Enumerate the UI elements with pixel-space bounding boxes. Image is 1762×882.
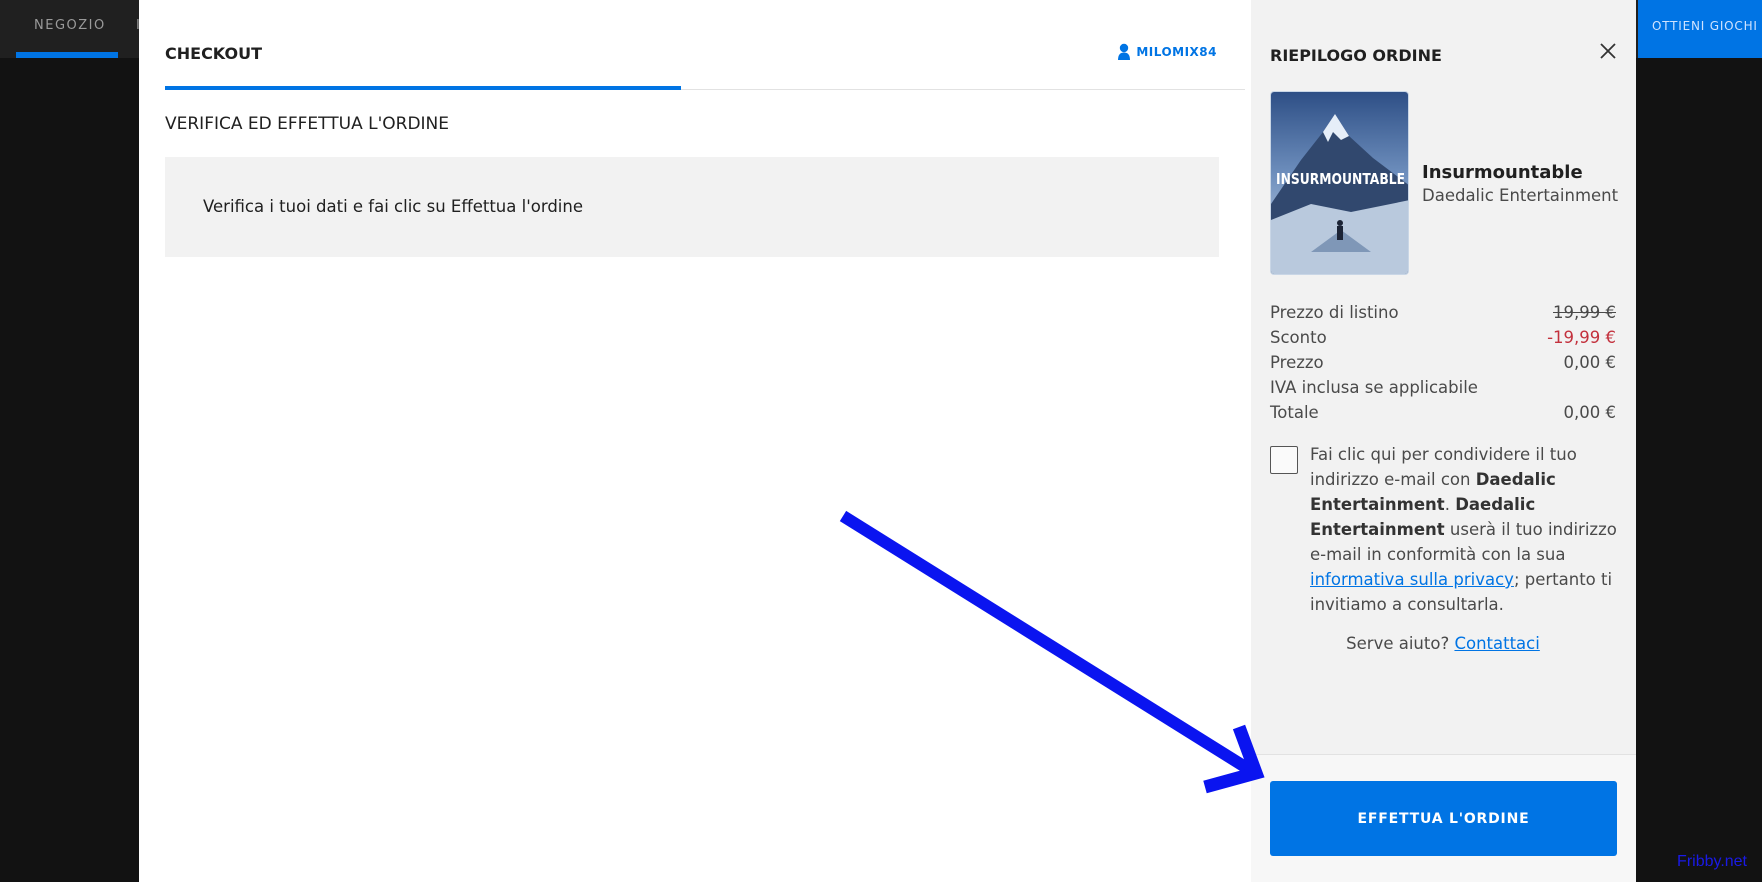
user-account[interactable]: MILOMIX84 xyxy=(1117,43,1217,61)
watermark: Fribby.net xyxy=(1677,853,1747,870)
game-publisher: Daedalic Entertainment xyxy=(1422,186,1619,205)
vat-label: IVA inclusa se applicabile xyxy=(1270,378,1478,397)
nav-get-games-button[interactable]: OTTIENI GIOCHI E xyxy=(1638,0,1762,58)
game-cover-image: INSURMOUNTABLE xyxy=(1270,91,1409,275)
price-label: Prezzo xyxy=(1270,353,1324,372)
cover-title-text: INSURMOUNTABLE xyxy=(1276,170,1405,188)
contact-link[interactable]: Contattaci xyxy=(1454,634,1539,653)
price-row-total: Totale 0,00 € xyxy=(1270,403,1616,425)
summary-title: RIEPILOGO ORDINE xyxy=(1270,46,1442,65)
total-label: Totale xyxy=(1270,403,1319,422)
share-email-checkbox[interactable] xyxy=(1270,446,1298,474)
price-value: 0,00 € xyxy=(1563,353,1616,372)
user-icon xyxy=(1118,43,1131,60)
checkout-header: CHECKOUT MILOMIX84 xyxy=(165,0,1245,90)
help-line: Serve aiuto? Contattaci xyxy=(1270,634,1616,653)
info-box: Verifica i tuoi dati e fai clic su Effet… xyxy=(165,157,1219,257)
price-row-price: Prezzo 0,00 € xyxy=(1270,353,1616,375)
order-summary-panel: RIEPILOGO ORDINE INSURMOUNTABLE Insurmou… xyxy=(1251,0,1636,882)
nav-active-indicator xyxy=(16,52,118,58)
price-row-discount: Sconto -19,99 € xyxy=(1270,328,1616,350)
price-row-vat: IVA inclusa se applicabile xyxy=(1270,378,1616,400)
list-price-label: Prezzo di listino xyxy=(1270,303,1399,322)
checkout-panel: CHECKOUT MILOMIX84 VERIFICA ED EFFETTUA … xyxy=(139,0,1251,882)
section-title: VERIFICA ED EFFETTUA L'ORDINE xyxy=(165,114,450,134)
price-row-list: Prezzo di listino 19,99 € xyxy=(1270,303,1616,325)
game-title: Insurmountable xyxy=(1422,162,1583,183)
tab-active-indicator xyxy=(165,86,681,90)
close-icon[interactable] xyxy=(1599,42,1617,60)
checkout-modal: CHECKOUT MILOMIX84 VERIFICA ED EFFETTUA … xyxy=(139,0,1636,882)
tab-checkout[interactable]: CHECKOUT xyxy=(165,44,262,63)
nav-item-negozio[interactable]: NEGOZIO xyxy=(34,0,106,58)
consent-text-part: . xyxy=(1444,495,1456,514)
help-text: Serve aiuto? xyxy=(1346,634,1455,653)
privacy-policy-link[interactable]: informativa sulla privacy xyxy=(1310,570,1514,589)
discount-label: Sconto xyxy=(1270,328,1327,347)
list-price-value: 19,99 € xyxy=(1553,303,1616,322)
info-text: Verifica i tuoi dati e fai clic su Effet… xyxy=(203,197,583,216)
total-value: 0,00 € xyxy=(1563,403,1616,422)
username: MILOMIX84 xyxy=(1136,45,1217,59)
discount-value: -19,99 € xyxy=(1547,328,1616,347)
place-order-button[interactable]: EFFETTUA L'ORDINE xyxy=(1270,781,1617,856)
share-email-consent-text: Fai clic qui per condividere il tuo indi… xyxy=(1310,442,1620,617)
